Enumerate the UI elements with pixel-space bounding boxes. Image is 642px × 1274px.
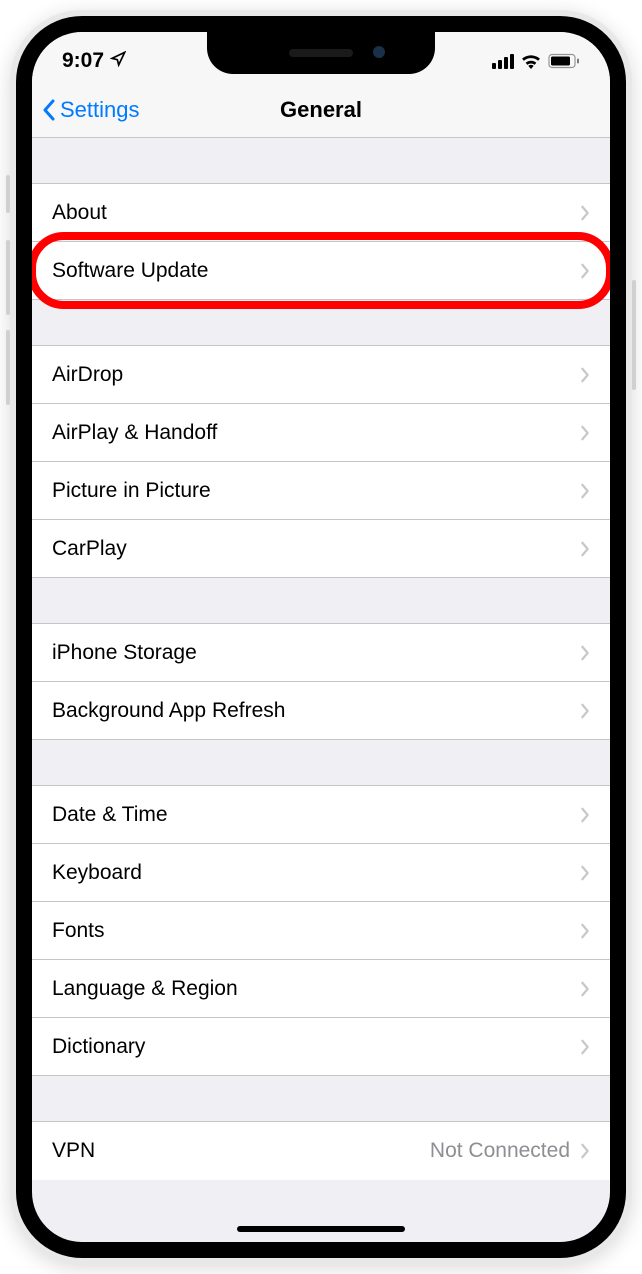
row-label: Dictionary bbox=[52, 1035, 145, 1059]
volume-down-button[interactable] bbox=[6, 330, 10, 405]
row-label: Fonts bbox=[52, 919, 105, 943]
row-label: AirPlay & Handoff bbox=[52, 421, 217, 445]
vpn-status-value: Not Connected bbox=[430, 1139, 570, 1163]
iphone-storage-row[interactable]: iPhone Storage bbox=[32, 624, 610, 682]
dictionary-row[interactable]: Dictionary bbox=[32, 1018, 610, 1076]
row-label: VPN bbox=[52, 1139, 95, 1163]
row-label: Keyboard bbox=[52, 861, 142, 885]
row-label: About bbox=[52, 201, 107, 225]
keyboard-row[interactable]: Keyboard bbox=[32, 844, 610, 902]
row-label: Software Update bbox=[52, 259, 208, 283]
section-spacer bbox=[32, 138, 610, 184]
row-label: Background App Refresh bbox=[52, 699, 285, 723]
section-spacer bbox=[32, 740, 610, 786]
device-bezel: 9:07 bbox=[16, 16, 626, 1258]
row-label: CarPlay bbox=[52, 537, 127, 561]
picture-in-picture-row[interactable]: Picture in Picture bbox=[32, 462, 610, 520]
chevron-right-icon bbox=[580, 263, 590, 279]
battery-icon bbox=[548, 53, 580, 69]
front-camera bbox=[373, 46, 385, 58]
notch bbox=[207, 32, 435, 74]
status-right bbox=[492, 45, 580, 69]
airplay-handoff-row[interactable]: AirPlay & Handoff bbox=[32, 404, 610, 462]
software-update-row[interactable]: Software Update bbox=[32, 242, 610, 300]
section-spacer bbox=[32, 300, 610, 346]
status-time: 9:07 bbox=[62, 49, 104, 73]
section-spacer bbox=[32, 578, 610, 624]
section-group-4: Date & Time Keyboard Fonts bbox=[32, 786, 610, 1076]
section-group-2: AirDrop AirPlay & Handoff Picture in Pic… bbox=[32, 346, 610, 578]
location-icon bbox=[110, 49, 126, 73]
section-group-5: VPN Not Connected bbox=[32, 1122, 610, 1180]
wifi-icon bbox=[520, 53, 542, 69]
speaker bbox=[289, 49, 353, 57]
chevron-right-icon bbox=[580, 205, 590, 221]
back-button[interactable]: Settings bbox=[32, 97, 140, 123]
about-row[interactable]: About bbox=[32, 184, 610, 242]
silent-switch[interactable] bbox=[6, 175, 10, 213]
carplay-row[interactable]: CarPlay bbox=[32, 520, 610, 578]
screen: 9:07 bbox=[32, 32, 610, 1242]
device-frame: 9:07 bbox=[10, 10, 632, 1264]
fonts-row[interactable]: Fonts bbox=[32, 902, 610, 960]
status-left: 9:07 bbox=[62, 41, 126, 73]
chevron-right-icon bbox=[580, 865, 590, 881]
section-group-1: About Software Update bbox=[32, 184, 610, 300]
page-title: General bbox=[280, 97, 362, 123]
date-time-row[interactable]: Date & Time bbox=[32, 786, 610, 844]
row-label: Language & Region bbox=[52, 977, 238, 1001]
row-label: Picture in Picture bbox=[52, 479, 211, 503]
chevron-right-icon bbox=[580, 703, 590, 719]
chevron-right-icon bbox=[580, 367, 590, 383]
chevron-right-icon bbox=[580, 483, 590, 499]
background-app-refresh-row[interactable]: Background App Refresh bbox=[32, 682, 610, 740]
cellular-signal-icon bbox=[492, 54, 514, 69]
chevron-right-icon bbox=[580, 1039, 590, 1055]
section-spacer bbox=[32, 1076, 610, 1122]
navigation-bar: Settings General bbox=[32, 82, 610, 138]
vpn-row[interactable]: VPN Not Connected bbox=[32, 1122, 610, 1180]
language-region-row[interactable]: Language & Region bbox=[32, 960, 610, 1018]
chevron-left-icon bbox=[42, 99, 56, 121]
section-group-3: iPhone Storage Background App Refresh bbox=[32, 624, 610, 740]
chevron-right-icon bbox=[580, 923, 590, 939]
power-button[interactable] bbox=[632, 280, 636, 390]
airdrop-row[interactable]: AirDrop bbox=[32, 346, 610, 404]
row-label: Date & Time bbox=[52, 803, 168, 827]
volume-up-button[interactable] bbox=[6, 240, 10, 315]
chevron-right-icon bbox=[580, 981, 590, 997]
row-label: iPhone Storage bbox=[52, 641, 197, 665]
chevron-right-icon bbox=[580, 425, 590, 441]
chevron-right-icon bbox=[580, 1143, 590, 1159]
home-indicator[interactable] bbox=[237, 1226, 405, 1232]
settings-list[interactable]: About Software Update bbox=[32, 138, 610, 1180]
chevron-right-icon bbox=[580, 541, 590, 557]
chevron-right-icon bbox=[580, 807, 590, 823]
row-label: AirDrop bbox=[52, 363, 123, 387]
chevron-right-icon bbox=[580, 645, 590, 661]
back-label: Settings bbox=[60, 97, 140, 123]
